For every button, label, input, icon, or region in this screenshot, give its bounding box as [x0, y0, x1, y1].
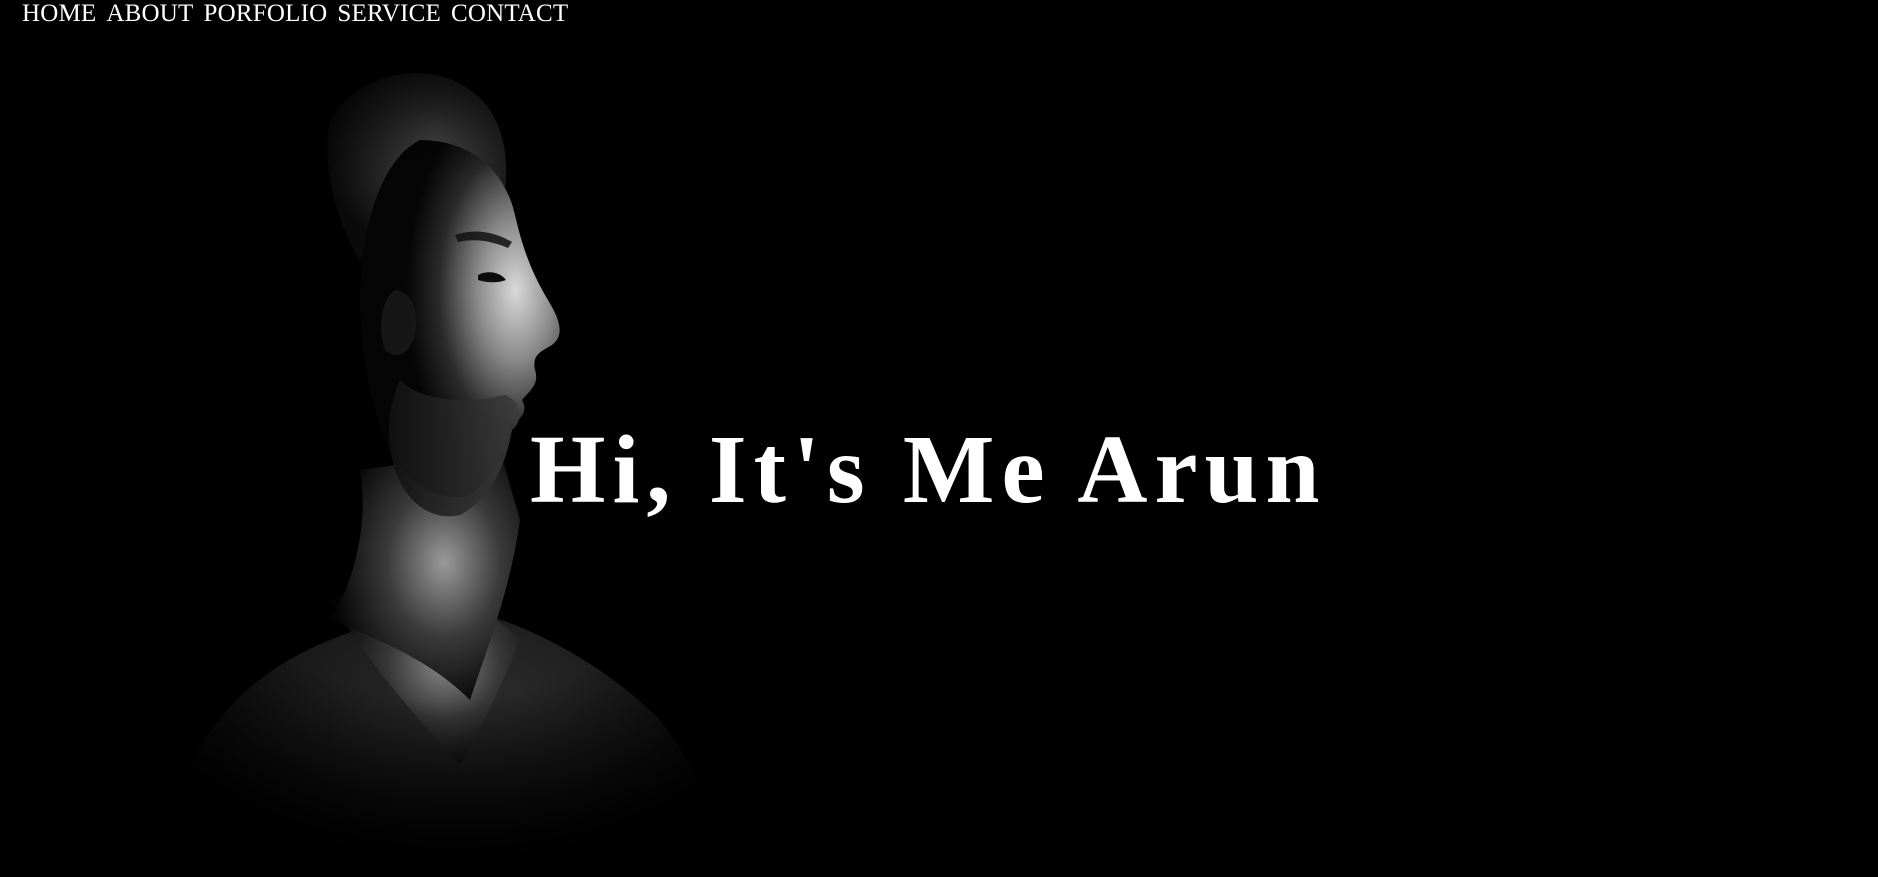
nav-home[interactable]: HOME	[22, 0, 96, 28]
nav-portfolio[interactable]: PORFOLIO	[204, 0, 328, 28]
page: HOME ABOUT PORFOLIO SERVICE CONTACT Hi, …	[0, 0, 1878, 877]
top-nav: HOME ABOUT PORFOLIO SERVICE CONTACT	[22, 0, 568, 28]
nav-about[interactable]: ABOUT	[106, 0, 193, 28]
nav-contact[interactable]: CONTACT	[451, 0, 568, 28]
nav-service[interactable]: SERVICE	[337, 0, 441, 28]
hero-headline: Hi, It's Me Arun	[530, 416, 1327, 523]
